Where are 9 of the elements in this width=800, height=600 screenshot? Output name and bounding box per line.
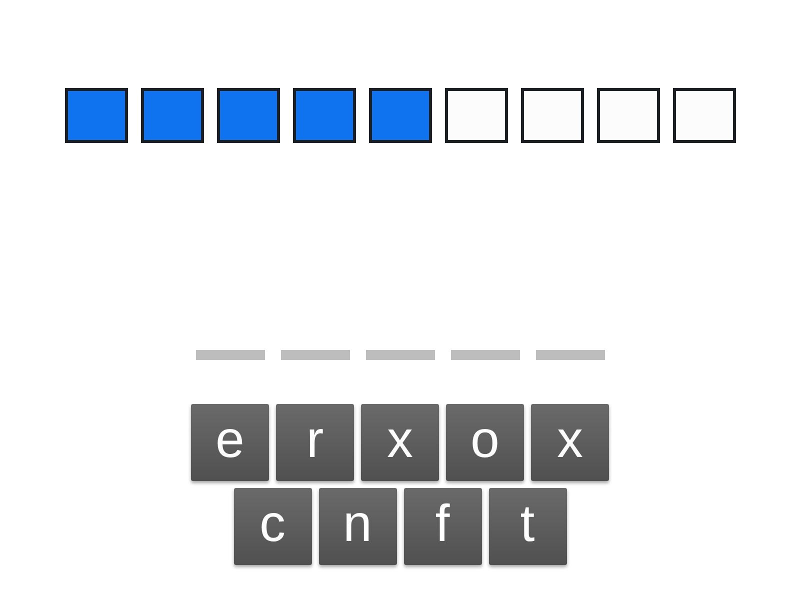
letter-tile[interactable]: x <box>531 404 609 481</box>
letter-tile[interactable]: x <box>361 404 439 481</box>
letter-tile[interactable]: c <box>234 488 312 565</box>
letter-tile[interactable]: t <box>488 488 566 565</box>
letter-tile[interactable]: n <box>318 488 396 565</box>
letter-tile[interactable]: o <box>446 404 524 481</box>
letter-tile[interactable]: r <box>276 404 354 481</box>
letter-tile[interactable]: f <box>404 488 482 565</box>
letter-tile[interactable]: e <box>191 404 269 481</box>
